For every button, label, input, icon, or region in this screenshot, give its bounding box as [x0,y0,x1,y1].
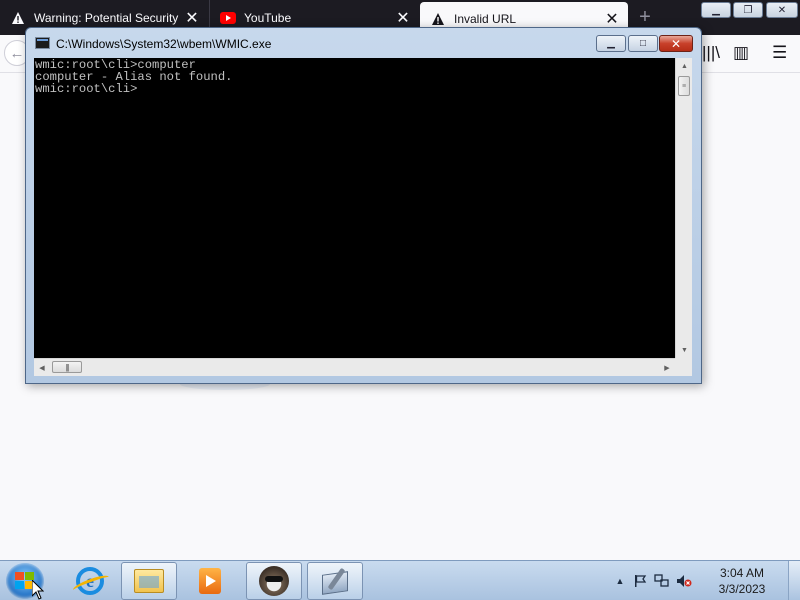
taskbar-internet-explorer[interactable]: e [62,562,118,600]
raccoon-icon [259,566,289,596]
action-center-flag-icon[interactable] [632,573,648,589]
taskbar-windows-explorer[interactable] [121,562,177,600]
clock-time: 3:04 AM [719,566,765,580]
close-icon[interactable]: ✕ [393,8,413,28]
vertical-scrollbar[interactable]: ▲ ≡ ▼ [675,58,692,358]
close-icon[interactable]: ✕ [182,8,202,28]
media-icon [199,568,221,594]
library-icon[interactable]: |||\ [702,43,720,63]
tab-label: Invalid URL [454,11,517,26]
menu-icon[interactable]: ☰ [772,43,787,63]
console-output-area[interactable]: wmic:root\cli>computer computer - Alias n… [34,58,692,376]
warning-icon [430,11,446,27]
folder-icon [134,569,164,593]
console-title-bar[interactable]: C:\Windows\System32\wbem\WMIC.exe ▁ □ ✕ [26,28,701,58]
close-icon[interactable]: ✕ [602,9,622,29]
tab-label: YouTube [244,10,292,25]
new-tab-button[interactable]: + [633,5,657,29]
tab-label: Warning: Potential Security Risk Ahead [34,10,182,25]
scroll-left-arrow-icon[interactable]: ◀ [34,359,50,376]
taskbar-wmic[interactable] [307,562,363,600]
wmic-icon [320,567,350,595]
browser-minimize-button[interactable]: ▁ [701,2,731,18]
horizontal-scrollbar[interactable]: ◀ ||| ▶ [34,358,675,376]
system-tray: ▲ 3:04 AM 3/3/2023 [610,561,800,600]
console-minimize-button[interactable]: ▁ [596,35,626,52]
taskbar-media-player[interactable] [182,562,238,600]
show-desktop-button[interactable] [788,561,800,600]
console-maximize-button[interactable]: □ [628,35,658,52]
scrollbar-corner [675,358,692,376]
console-title: C:\Windows\System32\wbem\WMIC.exe [56,37,272,51]
scroll-right-arrow-icon[interactable]: ▶ [659,359,675,376]
wmic-console-window: C:\Windows\System32\wbem\WMIC.exe ▁ □ ✕ … [25,27,702,384]
taskbar-clock[interactable]: 3:04 AM 3/3/2023 [702,565,782,597]
vertical-scroll-thumb[interactable]: ≡ [678,76,690,96]
mouse-cursor-icon [32,580,44,600]
scroll-down-arrow-icon[interactable]: ▼ [676,342,693,358]
console-close-button[interactable]: ✕ [659,35,693,52]
taskbar: e ▲ 3:04 AM 3/3/2023 [0,560,800,600]
ie-icon: e [76,567,104,595]
clock-date: 3/3/2023 [718,582,766,596]
network-icon[interactable] [654,573,670,589]
youtube-icon [220,10,236,26]
show-hidden-icons-arrow-icon[interactable]: ▲ [612,573,628,589]
taskbar-tool-app[interactable] [246,562,302,600]
console-line: wmic:root\cli> [35,82,138,96]
browser-close-button[interactable]: ✕ [766,2,798,18]
sidebar-icon[interactable]: ▥ [733,43,749,63]
horizontal-scroll-thumb[interactable]: ||| [52,361,82,373]
browser-restore-button[interactable]: ❐ [733,2,763,18]
warning-icon [10,10,26,26]
console-text: wmic:root\cli>computer computer - Alias n… [35,59,232,95]
volume-muted-icon[interactable] [676,573,692,589]
scroll-up-arrow-icon[interactable]: ▲ [676,58,693,74]
console-app-icon[interactable] [35,37,50,49]
